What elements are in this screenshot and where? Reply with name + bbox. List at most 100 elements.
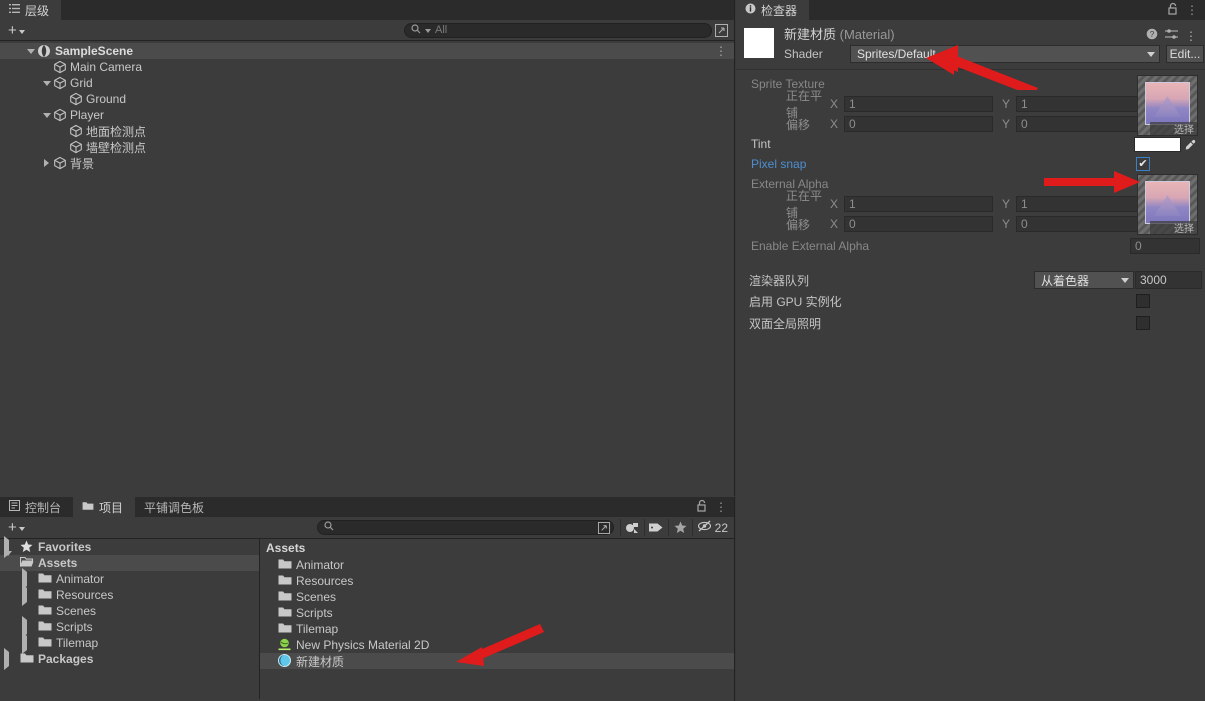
gpu-instancing-checkbox[interactable] (1136, 294, 1150, 308)
project-tabbar: 控制台 项目 平铺调色板 ⋮ (0, 497, 734, 517)
project-tree-item-3[interactable]: Resources (0, 584, 259, 606)
kebab-menu-icon[interactable]: ⋮ (1186, 3, 1198, 17)
tab-inspector[interactable]: 检查器 (736, 0, 810, 20)
project-tree-item-4[interactable]: Scenes (0, 603, 259, 619)
hierarchy-item-3[interactable]: Ground (0, 91, 734, 107)
chevron-down-icon[interactable] (4, 551, 20, 570)
hierarchy-item-4[interactable]: Player (0, 107, 734, 123)
search-mode-chevron-icon[interactable] (425, 29, 431, 33)
kebab-menu-icon[interactable]: ⋮ (715, 500, 727, 514)
hierarchy-item-0[interactable]: SampleScene (0, 43, 734, 59)
create-object-button[interactable]: + (0, 21, 31, 39)
ea-tiling-y-value: 1 (1021, 197, 1028, 211)
sprite-texture-thumbnail[interactable]: 选择 (1137, 75, 1198, 136)
enable-external-alpha-input[interactable]: 0 (1130, 238, 1200, 254)
shader-dropdown[interactable]: Sprites/Default (850, 45, 1160, 63)
hierarchy-item-2[interactable]: Grid (0, 75, 734, 91)
external-alpha-thumbnail[interactable]: 选择 (1137, 174, 1198, 235)
search-popout-icon[interactable] (597, 522, 610, 537)
asset-item-1[interactable]: Resources (260, 573, 734, 589)
shader-row: Shader Sprites/Default Edit... (784, 45, 1204, 63)
tint-color-swatch[interactable] (1134, 137, 1181, 152)
axis-y-label: Y (1002, 97, 1011, 111)
kebab-menu-icon[interactable]: ⋮ (1185, 29, 1197, 43)
external-alpha-select-button[interactable]: 选择 (1150, 221, 1197, 235)
create-asset-button[interactable]: + (0, 519, 31, 537)
inspector-body: 新建材质 (Material) Shader Sprites/Default E… (736, 20, 1205, 701)
search-popout-icon[interactable] (715, 24, 728, 40)
asset-item-4[interactable]: Tilemap (260, 621, 734, 637)
asset-item-5[interactable]: New Physics Material 2D (260, 637, 734, 653)
ea-tiling-y-input[interactable]: 1 (1016, 196, 1155, 212)
material-preview-swatch (744, 28, 774, 58)
chevron-right-icon[interactable] (4, 648, 20, 670)
pixel-snap-checkbox[interactable]: ✔ (1136, 157, 1150, 171)
ea-select-label: 选择 (1174, 224, 1194, 235)
folder-icon (278, 622, 292, 636)
chevron-right-icon[interactable] (40, 159, 53, 167)
label-filter-icon[interactable] (643, 519, 668, 536)
lock-open-icon[interactable] (696, 499, 708, 515)
asset-item-6[interactable]: 新建材质 (260, 653, 734, 669)
asset-item-0[interactable]: Animator (260, 557, 734, 573)
enable-external-alpha-label: Enable External Alpha (751, 239, 870, 253)
render-queue-mode-dropdown[interactable]: 从着色器 (1034, 271, 1134, 289)
ea-tiling-x-input[interactable]: 1 (844, 196, 993, 212)
render-queue-mode-value: 从着色器 (1041, 273, 1090, 288)
project-tree-item-1[interactable]: Assets (0, 551, 259, 571)
chevron-down-icon (1121, 277, 1129, 283)
project-search-input[interactable] (316, 520, 614, 537)
gpu-instancing-label: 启用 GPU 实例化 (749, 294, 842, 309)
chevron-down-icon[interactable] (24, 48, 37, 54)
double-sided-gi-checkbox[interactable] (1136, 316, 1150, 330)
asset-type-filter-icon[interactable] (619, 519, 644, 536)
project-tree-item-7[interactable]: Packages (0, 648, 259, 670)
external-alpha-offset-row: 偏移 X 0 Y 0 (736, 214, 1205, 234)
axis-y-label-2: Y (1002, 117, 1011, 131)
eyedropper-icon[interactable] (1181, 137, 1198, 152)
chevron-down-icon[interactable] (40, 112, 53, 118)
hierarchy-item-1[interactable]: Main Camera (0, 59, 734, 75)
material-type-suffix: (Material) (839, 27, 895, 42)
preset-sliders-icon[interactable] (1165, 28, 1178, 43)
ea-offset-y-input[interactable]: 0 (1016, 216, 1155, 232)
project-tree-item-0[interactable]: Favorites (0, 536, 259, 558)
asset-item-2[interactable]: Scenes (260, 589, 734, 605)
tab-hierarchy[interactable]: 层级 (0, 0, 62, 20)
axis-x-label: X (830, 97, 839, 111)
project-folder-tree: Favorites Assets Animator Resources Scenes Sc… (0, 536, 260, 699)
project-tree-item-2[interactable]: Animator (0, 568, 259, 590)
sprite-offset-x-input[interactable]: 0 (844, 116, 993, 132)
project-tree-item-label: Scenes (56, 604, 97, 618)
chevron-right-icon[interactable] (22, 632, 38, 654)
hierarchy-item-6[interactable]: 墙壁检测点 (0, 139, 734, 155)
sprite-offset-y-input[interactable]: 0 (1016, 116, 1155, 132)
render-queue-value-input[interactable]: 3000 (1135, 271, 1202, 289)
hierarchy-item-5[interactable]: 地面检测点 (0, 123, 734, 139)
tab-console[interactable]: 控制台 (0, 497, 73, 517)
chevron-down-icon[interactable] (40, 80, 53, 86)
hierarchy-kebab-menu[interactable]: ⋮ (715, 44, 727, 58)
edit-shader-button[interactable]: Edit... (1166, 45, 1204, 63)
project-tree-item-5[interactable]: Scripts (0, 616, 259, 638)
hidden-assets-count: 22 (714, 520, 728, 535)
folder-icon (38, 636, 52, 650)
ea-offset-x-input[interactable]: 0 (844, 216, 993, 232)
sprite-tiling-y-input[interactable]: 1 (1016, 96, 1155, 112)
chevron-right-icon[interactable] (22, 584, 38, 606)
plus-icon: + (8, 21, 17, 39)
inspector-panel: 检查器 ⋮ 新建材质 (Material) Shader Sprites/Def… (736, 0, 1205, 701)
project-tree-item-6[interactable]: Tilemap (0, 632, 259, 654)
help-icon[interactable]: ? (1146, 28, 1158, 43)
favorite-filter-icon[interactable] (667, 519, 692, 536)
sprite-texture-tiling-row: 正在平铺 X 1 Y 1 (736, 89, 1205, 120)
hierarchy-search-input[interactable]: All (404, 22, 712, 38)
hierarchy-item-7[interactable]: 背景 (0, 155, 734, 171)
tab-project[interactable]: 项目 (73, 497, 136, 517)
asset-item-3[interactable]: Scripts (260, 605, 734, 621)
sprite-tiling-x-input[interactable]: 1 (844, 96, 993, 112)
tab-tile-palette[interactable]: 平铺调色板 (135, 497, 216, 517)
gameobject-icon (69, 124, 83, 138)
lock-open-icon[interactable] (1167, 2, 1179, 18)
hidden-assets-counter[interactable]: 22 (691, 519, 734, 536)
